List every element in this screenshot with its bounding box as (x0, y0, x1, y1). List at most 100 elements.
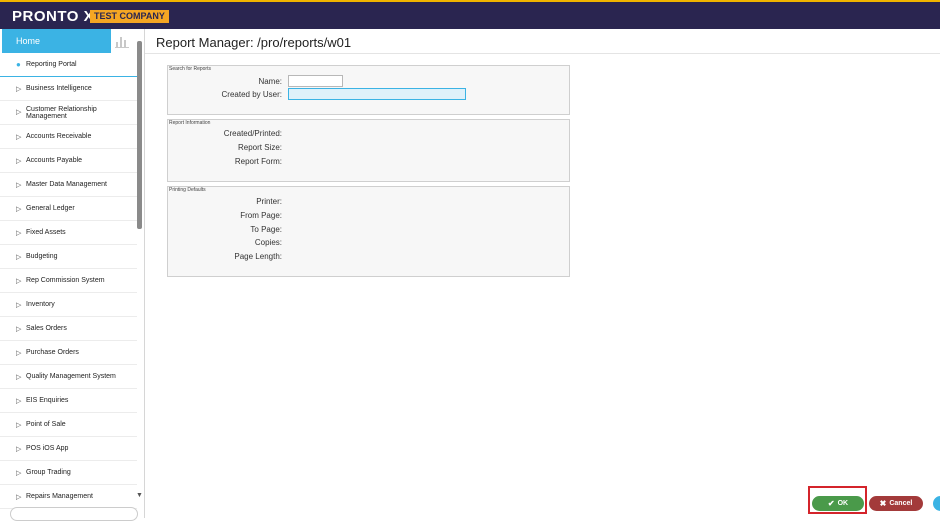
scroll-down-icon[interactable]: ▼ (136, 492, 143, 499)
report-information-panel: Report Information Created/Printed: Repo… (167, 119, 570, 182)
triangle-right-icon: ▷ (16, 349, 22, 357)
dot-icon: ● (16, 60, 21, 69)
triangle-right-icon: ▷ (16, 373, 22, 381)
triangle-right-icon: ▷ (16, 109, 22, 116)
page-title: Report Manager: /pro/reports/w01 (156, 35, 352, 50)
sidebar-item-business-intelligence[interactable]: ▷ Business Intelligence (0, 77, 137, 101)
triangle-right-icon: ▷ (16, 445, 22, 453)
triangle-right-icon: ▷ (16, 301, 22, 309)
sidebar-item-label: General Ledger (26, 205, 75, 212)
pronto-logo[interactable]: PRONTO Xi (12, 8, 99, 25)
help-button[interactable] (933, 496, 940, 511)
sidebar-item-label: Inventory (26, 301, 55, 308)
sidebar-item-label: Master Data Management (26, 181, 107, 188)
triangle-right-icon: ▷ (16, 85, 22, 93)
to-page-label: To Page: (250, 225, 282, 234)
cancel-button[interactable]: ✖ Cancel (869, 496, 923, 511)
check-icon: ✔ (827, 499, 835, 508)
page-length-row: Page Length: (194, 252, 282, 261)
to-page-row: To Page: (194, 225, 282, 234)
sidebar-item-point-of-sale[interactable]: ▷ Point of Sale (0, 413, 137, 437)
sidebar-item-label: Business Intelligence (26, 85, 92, 92)
sidebar-item-label: Purchase Orders (26, 349, 79, 356)
created-printed-label: Created/Printed: (223, 129, 282, 138)
triangle-right-icon: ▷ (16, 181, 22, 189)
copies-label: Copies: (254, 238, 282, 247)
name-label: Name: (258, 76, 282, 86)
sidebar-search-input[interactable] (10, 507, 138, 521)
main-content: Report Manager: /pro/reports/w01 Search … (145, 29, 940, 518)
triangle-right-icon: ▷ (16, 469, 22, 477)
sidebar-item-inventory[interactable]: ▷ Inventory (0, 293, 137, 317)
bar-chart-icon[interactable] (115, 34, 129, 48)
report-size-row: Report Size: (194, 143, 282, 152)
sidebar-item-label: Sales Orders (26, 325, 67, 332)
from-page-label: From Page: (240, 211, 282, 220)
sidebar-item-label: Customer Relationship Management (26, 105, 97, 120)
sidebar-item-rep-commission[interactable]: ▷ Rep Commission System (0, 269, 137, 293)
sidebar-item-accounts-receivable[interactable]: ▷ Accounts Receivable (0, 125, 137, 149)
triangle-right-icon: ▷ (16, 397, 22, 405)
sidebar-item-fixed-assets[interactable]: ▷ Fixed Assets (0, 221, 137, 245)
sidebar-scrollbar[interactable] (137, 41, 142, 229)
sidebar-item-label: Rep Commission System (26, 277, 105, 284)
created-by-row: Created by User: (194, 88, 466, 100)
from-page-row: From Page: (194, 211, 282, 220)
triangle-right-icon: ▷ (16, 421, 22, 429)
ok-label: OK (837, 500, 849, 507)
created-by-input[interactable] (288, 88, 466, 100)
sidebar-nav: ● Reporting Portal ▷ Business Intelligence… (0, 53, 137, 509)
report-size-label: Report Size: (237, 143, 282, 152)
sidebar-item-label: Quality Management System (26, 373, 116, 380)
sidebar-item-label: Accounts Receivable (26, 133, 92, 140)
triangle-right-icon: ▷ (16, 253, 22, 261)
sidebar-item-label: Group Trading (26, 469, 71, 476)
panel-legend: Report Information (169, 120, 211, 126)
printer-label: Printer: (256, 197, 282, 206)
sidebar-item-pos-ios-app[interactable]: ▷ POS iOS App (0, 437, 137, 461)
sidebar-item-eis-enquiries[interactable]: ▷ EIS Enquiries (0, 389, 137, 413)
company-badge: TEST COMPANY (90, 10, 169, 23)
printer-row: Printer: (194, 197, 282, 206)
ok-button[interactable]: ✔ OK (812, 496, 864, 511)
triangle-right-icon: ▷ (16, 493, 22, 501)
sidebar-item-accounts-payable[interactable]: ▷ Accounts Payable (0, 149, 137, 173)
triangle-right-icon: ▷ (16, 277, 22, 285)
divider (145, 53, 940, 54)
page-length-label: Page Length: (234, 252, 282, 261)
copies-row: Copies: (194, 238, 282, 247)
sidebar-item-repairs-management[interactable]: ▷ Repairs Management (0, 485, 137, 509)
sidebar-item-crm[interactable]: ▷ Customer Relationship Management (0, 101, 137, 125)
sidebar-item-label: Accounts Payable (26, 157, 83, 164)
top-bar: PRONTO Xi TEST COMPANY (0, 0, 940, 29)
name-input[interactable] (288, 75, 343, 87)
x-icon: ✖ (879, 499, 887, 508)
created-printed-row: Created/Printed: (194, 129, 282, 138)
action-bar: ✔ OK ✖ Cancel (808, 486, 940, 518)
sidebar-item-label: Reporting Portal (26, 61, 77, 68)
sidebar-item-group-trading[interactable]: ▷ Group Trading (0, 461, 137, 485)
sidebar-item-purchase-orders[interactable]: ▷ Purchase Orders (0, 341, 137, 365)
name-row: Name: (194, 75, 343, 87)
sidebar-item-general-ledger[interactable]: ▷ General Ledger (0, 197, 137, 221)
sidebar-item-budgeting[interactable]: ▷ Budgeting (0, 245, 137, 269)
sidebar-item-master-data[interactable]: ▷ Master Data Management (0, 173, 137, 197)
sidebar-item-quality-management[interactable]: ▷ Quality Management System (0, 365, 137, 389)
triangle-right-icon: ▷ (16, 229, 22, 237)
report-form-row: Report Form: (194, 157, 282, 166)
sidebar-item-label: Fixed Assets (26, 229, 66, 236)
triangle-right-icon: ▷ (16, 325, 22, 333)
sidebar-item-label: Point of Sale (26, 421, 66, 428)
sidebar-item-label: Budgeting (26, 253, 58, 260)
sidebar-item-sales-orders[interactable]: ▷ Sales Orders (0, 317, 137, 341)
triangle-right-icon: ▷ (16, 205, 22, 213)
created-by-label: Created by User: (221, 89, 282, 99)
panel-legend: Search for Reports (169, 66, 211, 72)
triangle-right-icon: ▷ (16, 157, 22, 165)
sidebar-item-label: EIS Enquiries (26, 397, 69, 404)
sidebar-item-label: Repairs Management (26, 493, 93, 500)
printing-defaults-panel: Printing Defaults Printer: From Page: To… (167, 186, 570, 277)
sidebar-home[interactable]: Home (2, 29, 111, 53)
panel-legend: Printing Defaults (169, 187, 206, 193)
sidebar-item-reporting-portal[interactable]: ● Reporting Portal (0, 53, 137, 77)
